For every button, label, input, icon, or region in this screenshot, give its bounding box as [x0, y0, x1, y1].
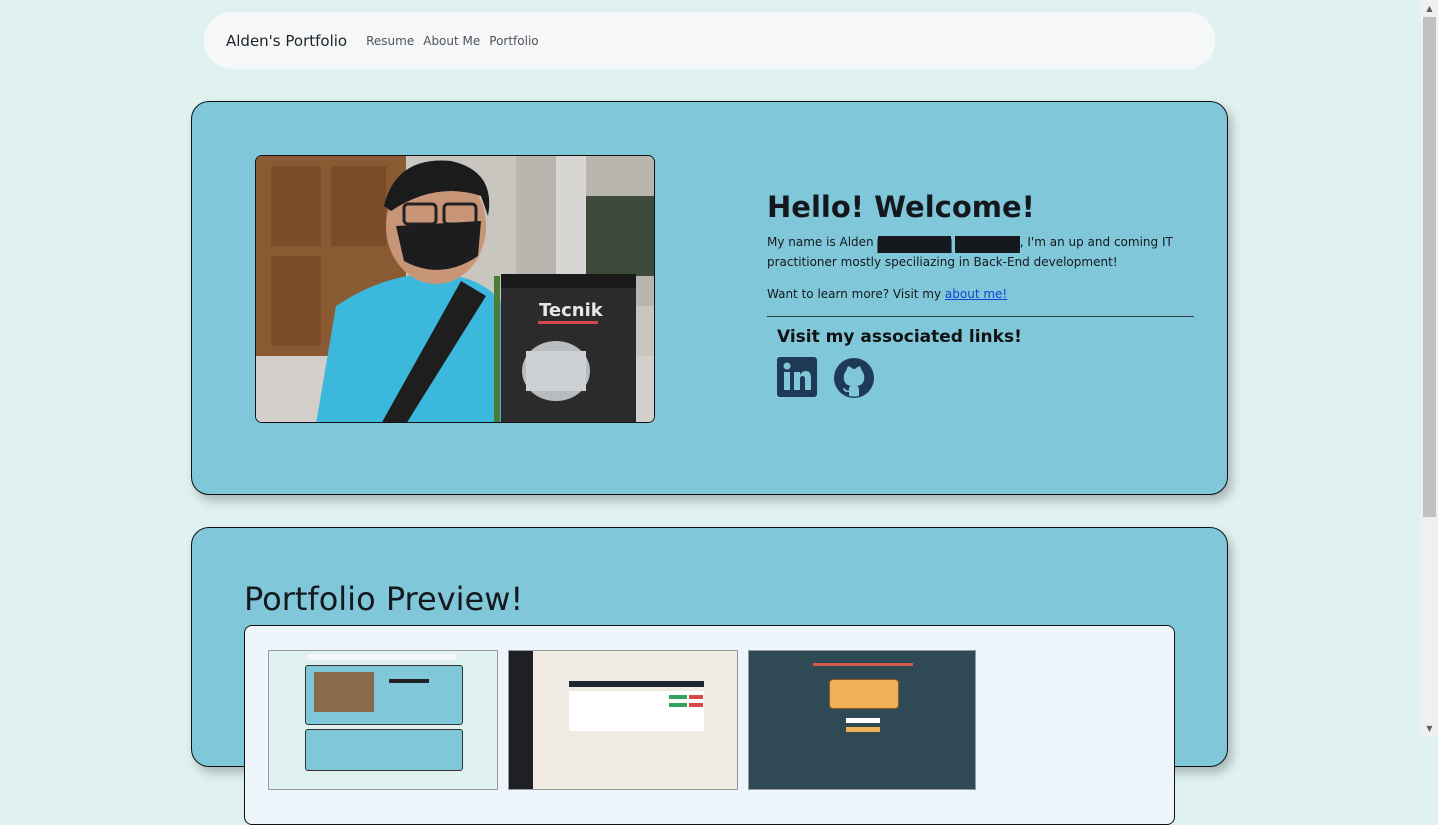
- nav-link-portfolio[interactable]: Portfolio: [489, 34, 538, 48]
- divider: [767, 316, 1194, 317]
- nav-link-about-me[interactable]: About Me: [423, 34, 480, 48]
- social-links: [777, 357, 1194, 399]
- portfolio-panel: Portfolio Preview!: [191, 527, 1228, 825]
- redacted-surname-1: ████████: [877, 235, 952, 253]
- scrollbar-thumb[interactable]: [1423, 17, 1436, 517]
- links-heading: Visit my associated links!: [777, 327, 1022, 347]
- page-scrollbar[interactable]: ▲ ▼: [1421, 0, 1438, 737]
- portfolio-heading: Portfolio Preview!: [244, 580, 524, 618]
- intro-text: My name is Alden ████████ ███████, I'm a…: [767, 232, 1194, 272]
- github-icon[interactable]: [833, 357, 875, 399]
- profile-photo: Tecnik: [255, 155, 655, 423]
- scroll-up-arrow-icon[interactable]: ▲: [1421, 0, 1438, 17]
- intro-section: Hello! Welcome! My name is Alden ███████…: [767, 190, 1194, 399]
- intro-prefix: My name is Alden: [767, 235, 874, 249]
- portfolio-thumbnail-3[interactable]: [748, 650, 976, 790]
- hero-panel: Tecnik Hello! Welcome! My name is Alden …: [191, 101, 1228, 495]
- navbar: Alden's Portfolio Resume About Me Portfo…: [204, 12, 1215, 69]
- learn-more-text: Want to learn more? Visit my about me!: [767, 284, 1194, 304]
- redacted-surname-2: ███████: [955, 235, 1020, 253]
- svg-text:Tecnik: Tecnik: [539, 300, 604, 321]
- portfolio-preview-frame: [244, 625, 1175, 825]
- learn-more-prefix: Want to learn more? Visit my: [767, 287, 945, 301]
- scroll-down-arrow-icon[interactable]: ▼: [1421, 720, 1438, 737]
- welcome-heading: Hello! Welcome!: [767, 190, 1035, 224]
- brand-link[interactable]: Alden's Portfolio: [226, 32, 347, 50]
- portfolio-thumbnail-2[interactable]: [508, 650, 738, 790]
- portfolio-thumbnail-1[interactable]: [268, 650, 498, 790]
- about-me-link[interactable]: about me!: [945, 287, 1007, 301]
- nav-link-resume[interactable]: Resume: [366, 34, 414, 48]
- linkedin-icon[interactable]: [777, 357, 819, 399]
